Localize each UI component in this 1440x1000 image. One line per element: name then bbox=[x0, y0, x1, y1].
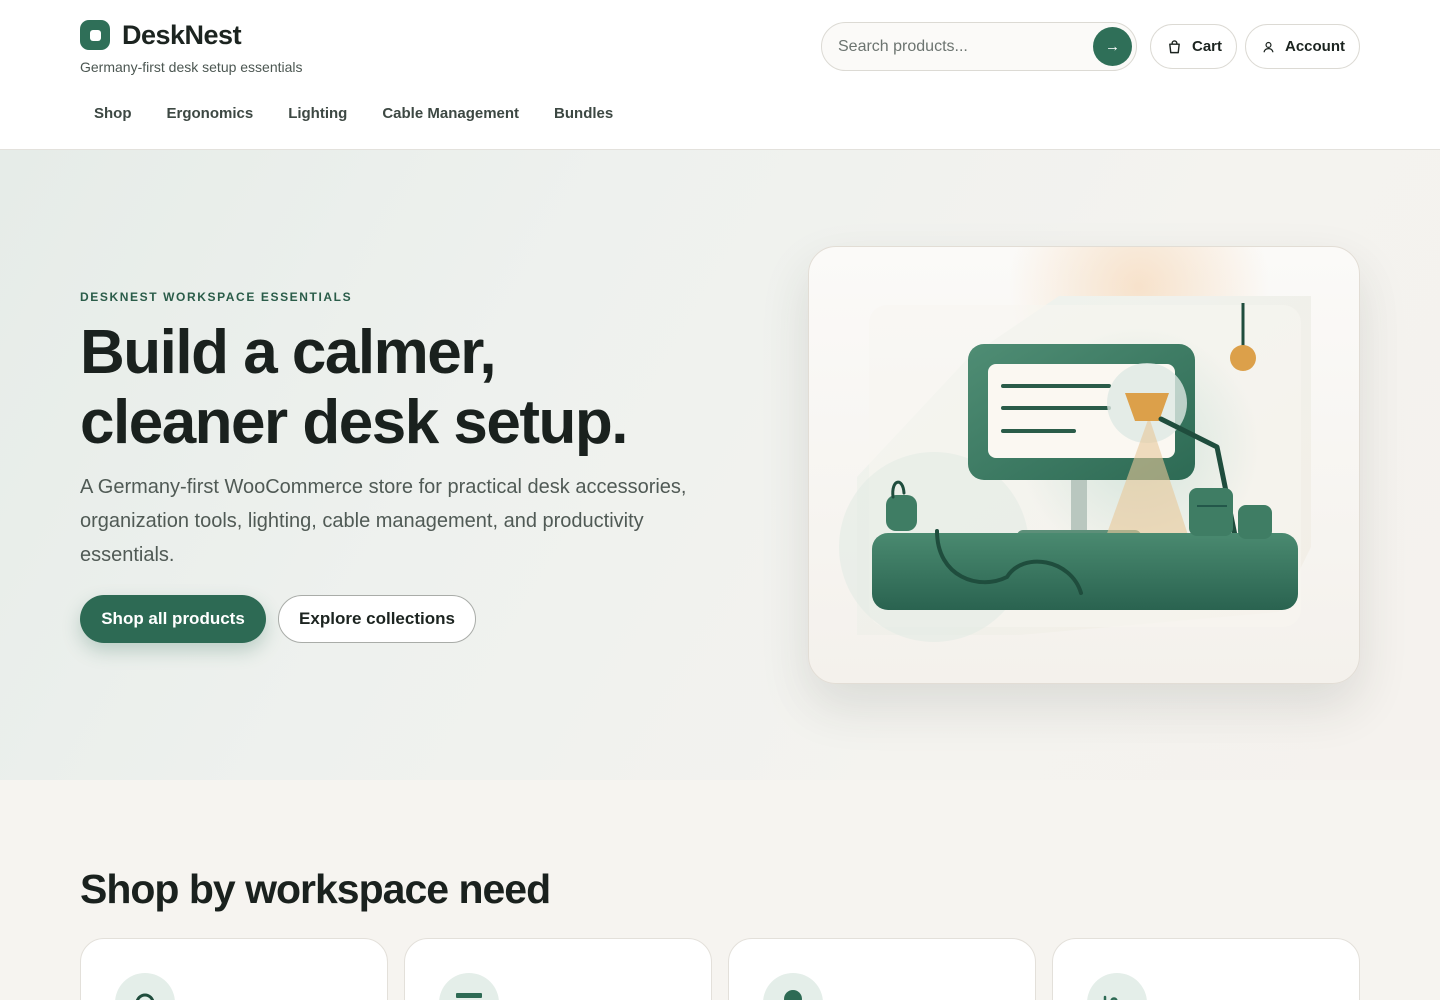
logo-icon bbox=[80, 20, 110, 50]
search-input[interactable] bbox=[838, 37, 1088, 56]
account-button[interactable]: Account bbox=[1245, 24, 1360, 69]
organizer-icon bbox=[456, 993, 482, 998]
shopping-bag-icon bbox=[1169, 39, 1180, 53]
hero-title-line-2: cleaner desk setup. bbox=[80, 388, 629, 457]
nav-item-ergonomics[interactable]: Ergonomics bbox=[153, 105, 268, 122]
hero-title-line-1: Build a calmer, bbox=[80, 318, 497, 387]
category-icon-container bbox=[439, 973, 499, 1000]
cart-button[interactable]: Cart bbox=[1150, 24, 1237, 69]
account-label: Account bbox=[1285, 38, 1345, 55]
nav-item-bundles[interactable]: Bundles bbox=[540, 105, 627, 122]
arrow-right-icon: → bbox=[1105, 38, 1120, 55]
cart-label: Cart bbox=[1191, 38, 1222, 55]
category-icon-container bbox=[115, 973, 175, 1000]
hero-title: Build a calmer, cleaner desk setup. bbox=[80, 318, 740, 458]
category-card-2[interactable] bbox=[404, 938, 712, 1000]
nav-item-cable-management[interactable]: Cable Management bbox=[368, 105, 533, 122]
main-nav: Shop Ergonomics Lighting Cable Managemen… bbox=[80, 100, 634, 126]
brand[interactable]: DeskNest Germany-first desk setup essent… bbox=[80, 16, 303, 75]
shop-all-products-button[interactable]: Shop all products bbox=[80, 595, 266, 643]
hero-section: DESKNEST WORKSPACE ESSENTIALS Build a ca… bbox=[0, 150, 1440, 780]
category-icon-container bbox=[1087, 973, 1147, 1000]
desk-setup-illustration bbox=[839, 247, 1311, 642]
category-icon-container bbox=[763, 973, 823, 1000]
hero-description: A Germany-first WooCommerce store for pr… bbox=[80, 476, 687, 566]
cable-icon bbox=[1103, 995, 1118, 1000]
search-bar: → bbox=[821, 22, 1137, 71]
brand-name: DeskNest bbox=[122, 19, 242, 50]
category-card-1[interactable] bbox=[80, 938, 388, 1000]
brand-tagline: Germany-first desk setup essentials bbox=[80, 59, 303, 75]
hero-eyebrow: DESKNEST WORKSPACE ESSENTIALS bbox=[80, 290, 353, 304]
nav-item-shop[interactable]: Shop bbox=[80, 105, 146, 122]
explore-collections-button[interactable]: Explore collections bbox=[278, 595, 476, 643]
hero-illustration-card bbox=[808, 246, 1360, 684]
site-header: DeskNest Germany-first desk setup essent… bbox=[0, 0, 1440, 150]
category-card-4[interactable] bbox=[1052, 938, 1360, 1000]
section-title: Shop by workspace need bbox=[80, 866, 551, 912]
search-icon bbox=[135, 993, 155, 1000]
lamp-icon bbox=[784, 990, 802, 1000]
user-icon bbox=[1263, 41, 1274, 52]
nav-item-lighting[interactable]: Lighting bbox=[274, 105, 361, 122]
category-card-3[interactable] bbox=[728, 938, 1036, 1000]
search-submit-button[interactable]: → bbox=[1093, 27, 1132, 66]
